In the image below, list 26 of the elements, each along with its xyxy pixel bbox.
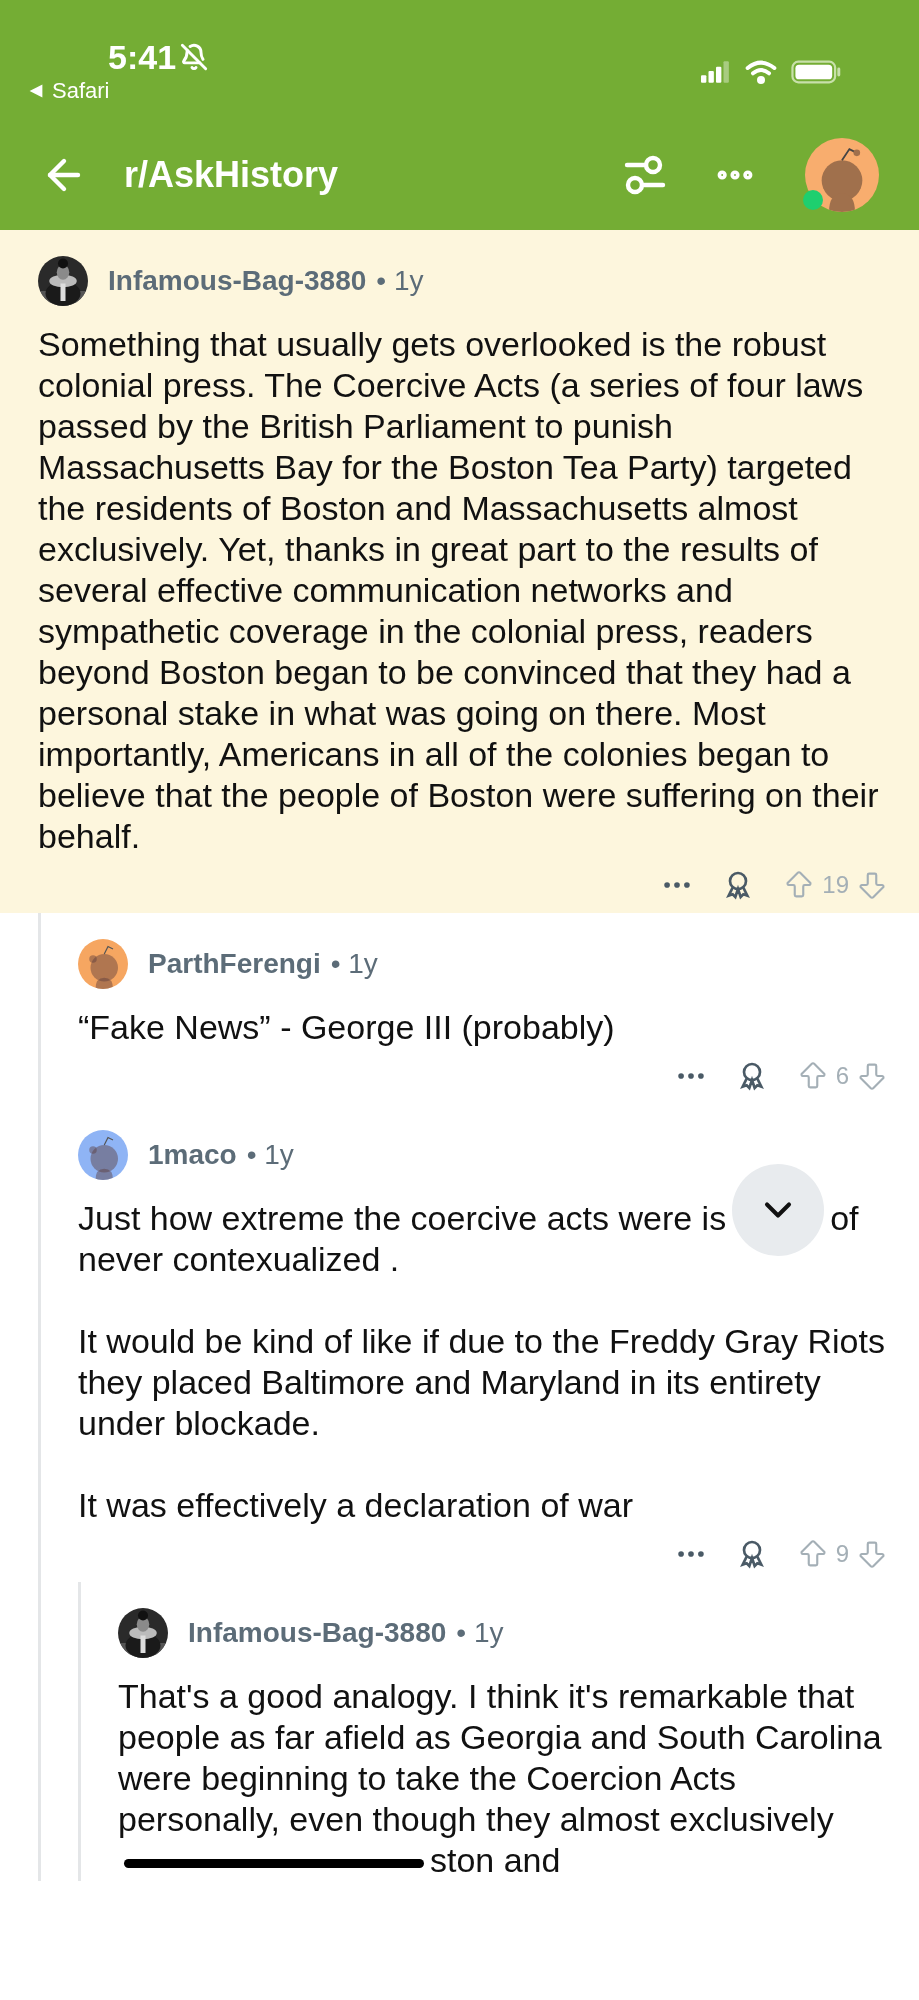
- comment-text: never contexualized .: [78, 1239, 401, 1280]
- comment-text: ston and: [430, 1841, 561, 1879]
- mute-icon: [180, 43, 209, 71]
- comment-age: • 1y: [456, 1616, 504, 1650]
- comment-text: “Fake News” - George III (probably): [78, 1007, 616, 1048]
- comment-text: Just how extreme the coercive acts were is: [78, 1198, 727, 1239]
- clock-time: 5:41: [108, 38, 177, 76]
- back-triangle-icon[interactable]: [28, 83, 44, 99]
- comment-age: • 1y: [376, 264, 424, 298]
- comment-author[interactable]: Infamous-Bag-3880: [108, 260, 367, 302]
- comment-text: of: [830, 1198, 859, 1239]
- comment-text: It would be kind of like if due to the Freddy Gray Riots they placed Baltimore and Maryland in its entirety under blockade.: [78, 1321, 886, 1444]
- battery-icon: [791, 60, 841, 84]
- comment-author[interactable]: ParthFerengi: [148, 943, 321, 985]
- comment-text: Something that usually gets overlooked is the robust colonial press. The Coercive Acts (a series of four laws passed by the British Parliament to punish Massachusetts Bay for the Boston Tea Party) targeted the residents of Boston and Massachusetts almost exclusively. Yet, thanks in great part to the results of several effective communication networks and sympathetic coverage in the colonial press, readers beyond Boston began to be convinced that they had a personal stake in what was going on there. Most importantly, Americans in all of the colonies began to believe that the people of Boston were suffering on their behalf.: [38, 324, 880, 857]
- comment-age: • 1y: [330, 947, 378, 981]
- comment-author[interactable]: 1maco: [148, 1134, 237, 1176]
- comment-author[interactable]: Infamous-Bag-3880: [188, 1612, 447, 1654]
- signal-icon: [701, 61, 731, 83]
- vote-count: 19: [822, 870, 849, 900]
- vote-count: 6: [835, 1061, 849, 1091]
- wifi-icon: [745, 60, 777, 84]
- comment-text: It was effectively a declaration of war: [78, 1485, 634, 1526]
- subreddit-title: r/AskHistory: [124, 153, 339, 197]
- comment-age: • 1y: [246, 1138, 294, 1172]
- vote-count: 9: [835, 1539, 849, 1569]
